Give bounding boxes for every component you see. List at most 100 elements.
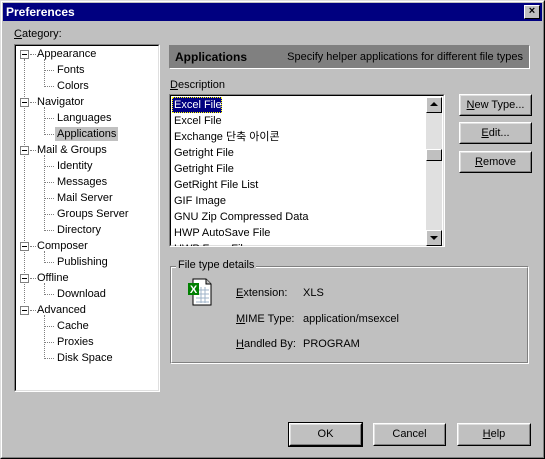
tree-item-languages[interactable]: Languages [55, 111, 113, 125]
extension-value: XLS [303, 287, 324, 299]
category-label: Category: [14, 28, 62, 40]
collapse-icon[interactable] [20, 274, 29, 283]
tree-connector [24, 59, 25, 303]
tree-item-messages[interactable]: Messages [55, 175, 109, 189]
remove-button-label: Remove [475, 156, 516, 168]
tree-connector [30, 150, 36, 151]
category-label-text: Category: [14, 28, 62, 40]
file-type-list-item[interactable]: HWP AutoSave File [172, 225, 270, 241]
file-type-list-item[interactable]: GetRight File List [172, 177, 258, 193]
help-button[interactable]: Help [457, 423, 531, 446]
tree-item-disk-space[interactable]: Disk Space [55, 351, 115, 365]
tree-item-directory[interactable]: Directory [55, 223, 103, 237]
svg-text:X: X [190, 284, 198, 296]
tree-item-appearance[interactable]: Appearance [37, 47, 96, 61]
arrow-up-icon [430, 102, 438, 106]
mime-type-label: MIME Type: [236, 313, 295, 325]
tree-connector [44, 326, 54, 327]
category-tree[interactable]: Appearance Fonts Colors Navigator Languages A… [14, 44, 160, 392]
close-button[interactable]: × [524, 5, 540, 19]
tree-connector [30, 278, 36, 279]
collapse-icon[interactable] [20, 242, 29, 251]
tree-connector [30, 246, 36, 247]
tree-item-groups-server[interactable]: Groups Server [55, 207, 131, 221]
file-type-list-item[interactable]: Excel File [172, 97, 222, 113]
file-type-list-item[interactable]: Getright File [172, 145, 234, 161]
tree-connector [44, 166, 54, 167]
help-button-label: Help [482, 428, 506, 440]
panel-title: Applications [175, 50, 248, 64]
collapse-icon[interactable] [20, 306, 29, 315]
edit-button[interactable]: Edit... [459, 122, 532, 144]
file-type-list-item[interactable]: GIF Image [172, 193, 226, 209]
tree-connector [44, 118, 54, 119]
file-type-list[interactable]: Excel File Excel File Exchange 단축 아이콘 Getri… [169, 94, 445, 247]
new-type-button[interactable]: New Type... [459, 94, 532, 116]
scroll-down-button[interactable] [426, 230, 442, 246]
scroll-thumb[interactable] [426, 149, 442, 161]
tree-connector [44, 294, 54, 295]
extension-label: Extension: [236, 287, 287, 299]
tree-item-offline[interactable]: Offline [37, 271, 69, 285]
tree-connector [44, 107, 45, 135]
scroll-up-button[interactable] [426, 97, 442, 113]
list-scrollbar[interactable] [426, 97, 442, 246]
file-type-list-item[interactable]: GNU Zip Compressed Data [172, 209, 309, 225]
handled-by-label: Handled By: [236, 338, 296, 350]
extension-label-text: Extension: [236, 287, 288, 299]
tree-item-publishing[interactable]: Publishing [55, 255, 110, 269]
tree-item-mail-groups[interactable]: Mail & Groups [37, 143, 107, 157]
arrow-down-icon [430, 236, 438, 240]
tree-connector [44, 182, 54, 183]
file-type-list-item[interactable]: HWP Form File [172, 241, 249, 246]
tree-connector [44, 59, 45, 87]
collapse-icon[interactable] [20, 98, 29, 107]
cancel-button[interactable]: Cancel [373, 423, 446, 446]
tree-connector [44, 70, 54, 71]
handled-by-label-text: Handled By: [236, 338, 296, 350]
collapse-icon[interactable] [20, 50, 29, 59]
panel-subtitle: Specify helper applications for differen… [287, 51, 523, 63]
title-bar[interactable]: Preferences × [3, 3, 542, 21]
file-type-list-item[interactable]: Excel File [172, 113, 222, 129]
ok-button-label: OK [317, 428, 334, 440]
remove-button[interactable]: Remove [459, 151, 532, 173]
close-icon: × [528, 5, 536, 17]
tree-connector [44, 342, 54, 343]
tree-item-colors[interactable]: Colors [55, 79, 91, 93]
tree-connector [44, 134, 54, 135]
tree-connector [44, 315, 45, 359]
tree-item-identity[interactable]: Identity [55, 159, 94, 173]
tree-connector [44, 155, 45, 231]
tree-item-fonts[interactable]: Fonts [55, 63, 87, 77]
window-title: Preferences [6, 5, 75, 19]
tree-item-download[interactable]: Download [55, 287, 108, 301]
cancel-button-label: Cancel [392, 428, 427, 440]
tree-item-cache[interactable]: Cache [55, 319, 91, 333]
tree-connector [44, 214, 54, 215]
tree-item-proxies[interactable]: Proxies [55, 335, 96, 349]
collapse-icon[interactable] [20, 146, 29, 155]
tree-connector [44, 358, 54, 359]
panel-header: Applications Specify helper applications… [169, 45, 530, 69]
tree-connector [44, 251, 45, 263]
description-label: Description [170, 79, 225, 91]
new-type-button-label: New Type... [466, 99, 525, 111]
tree-connector [44, 283, 45, 295]
file-type-details-title: File type details [176, 259, 257, 271]
mime-type-label-text: MIME Type: [236, 313, 295, 325]
tree-connector [44, 230, 54, 231]
description-label-text: Description [170, 79, 226, 91]
file-type-list-item[interactable]: Getright File [172, 161, 234, 177]
preferences-dialog: Preferences × Category: Appearance Fonts C… [0, 0, 545, 459]
tree-item-applications[interactable]: Applications [55, 127, 119, 141]
tree-connector [30, 102, 36, 103]
edit-button-label: Edit... [481, 127, 510, 139]
mime-type-value: application/msexcel [303, 313, 399, 325]
tree-connector [30, 54, 36, 55]
excel-file-icon: X [187, 278, 213, 306]
file-type-list-item[interactable]: Exchange 단축 아이콘 [172, 129, 280, 145]
ok-button[interactable]: OK [288, 422, 363, 447]
tree-connector [44, 262, 54, 263]
tree-item-mail-server[interactable]: Mail Server [55, 191, 115, 205]
